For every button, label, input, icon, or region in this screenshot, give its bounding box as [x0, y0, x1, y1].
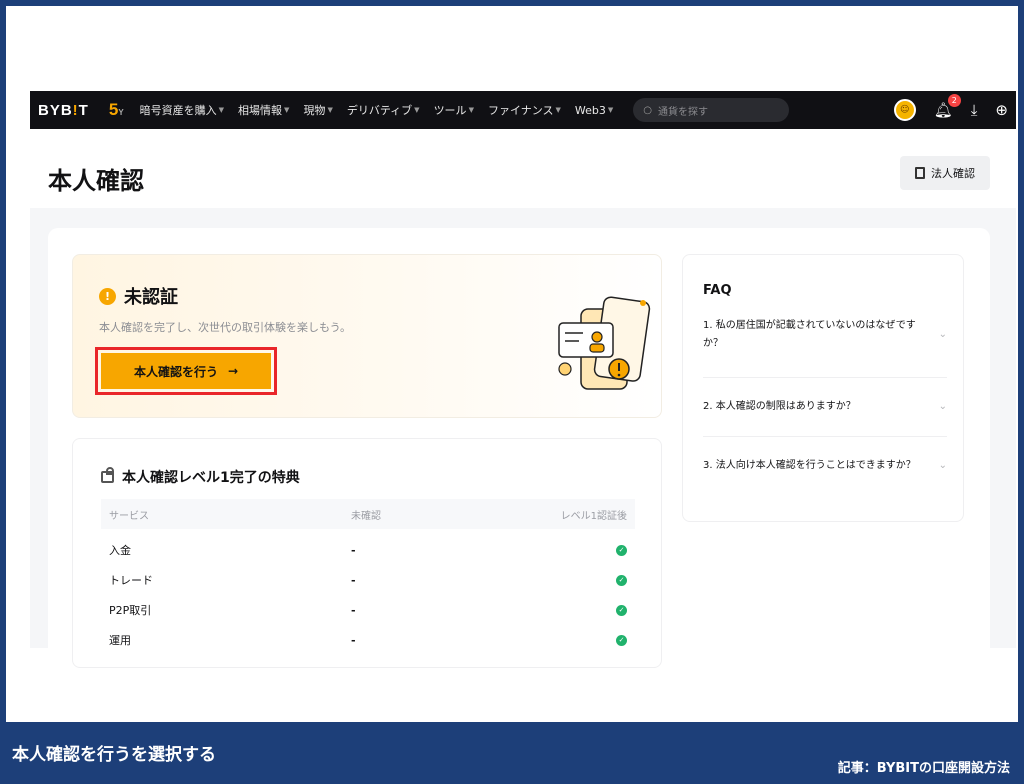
nav-label: ツール	[433, 104, 467, 117]
nav-label: 暗号資産を購入	[139, 104, 217, 117]
row-unverified: -	[351, 603, 356, 617]
caret-down-icon: ▼	[284, 106, 290, 114]
nav-label: Web3	[574, 103, 606, 117]
status-subtitle: 本人確認を完了し、次世代の取引体験を楽しもう。	[99, 321, 352, 334]
logo-text: BYB	[38, 101, 73, 119]
benefits-heading: 本人確認レベル1完了の特典	[101, 467, 300, 487]
faq-item[interactable]: 3. 法人向け本人確認を行うことはできますか？ ⌄	[703, 457, 947, 475]
nav-label: 現物	[303, 104, 326, 117]
gift-icon	[101, 467, 114, 483]
anniversary-number: 5	[108, 100, 119, 119]
chevron-down-icon: ⌄	[938, 401, 947, 412]
nav-finance[interactable]: ファイナンス ▼	[488, 102, 561, 118]
nav-derivatives[interactable]: デリバティブ ▼	[347, 102, 420, 118]
caret-down-icon: ▼	[468, 106, 474, 114]
column-unverified: 未確認	[351, 510, 381, 522]
row-unverified: -	[351, 573, 356, 587]
article-credit: 記事：BYBITの口座開設方法	[837, 761, 1010, 776]
screenshot-frame: BYB!T 5Y 暗号資産を購入 ▼ 相場情報 ▼ 現物 ▼ デリバティブ ▼ ツール ▼…	[6, 6, 1018, 722]
anniversary-sub: Y	[118, 108, 124, 117]
row-service: P2P取引	[109, 604, 152, 617]
start-verification-button[interactable]: 本人確認を行う →	[101, 353, 271, 389]
bell-icon[interactable]: 🔔︎ 2	[934, 94, 961, 119]
nav-markets[interactable]: 相場情報 ▼	[238, 102, 289, 118]
caret-down-icon: ▼	[555, 106, 561, 114]
table-row: 入金 - ✓	[101, 535, 635, 565]
search-input[interactable]: ○ 通貨を探す	[633, 98, 790, 122]
search-placeholder: 通貨を探す	[658, 106, 709, 118]
column-service: サービス	[109, 510, 149, 522]
column-level1: レベル1認証後	[560, 510, 627, 522]
level1-benefits-card: 本人確認レベル1完了の特典 サービス 未確認 レベル1認証後 入金 - ✓ トレ…	[72, 438, 662, 668]
benefits-title: 本人確認レベル1完了の特典	[122, 470, 300, 486]
faq-question: 1. 私の居住国が記載されていないのはなぜですか？	[703, 320, 916, 349]
faq-question: 2. 本人確認の制限はありますか？	[703, 401, 856, 412]
row-level1: ✓	[451, 634, 627, 646]
caret-down-icon: ▼	[218, 106, 225, 114]
logo-text-end: T	[78, 101, 89, 119]
status-heading: ! 未認証	[99, 283, 178, 309]
nav-label: デリバティブ	[346, 104, 413, 117]
download-icon[interactable]: ⤓	[971, 101, 978, 119]
row-service: 入金	[109, 544, 131, 557]
faq-card: FAQ 1. 私の居住国が記載されていないのはなぜですか？ ⌄ 2. 本人確認の…	[682, 254, 964, 522]
divider	[703, 436, 947, 437]
row-level1: ✓	[451, 604, 627, 616]
check-icon: ✓	[616, 574, 627, 586]
highlight-box: 本人確認を行う →	[95, 347, 277, 395]
nav-web3[interactable]: Web3 ▼	[575, 104, 613, 117]
corporate-button-label: 法人確認	[931, 167, 975, 180]
avatar[interactable]: ☺	[893, 99, 916, 121]
anniversary-icon[interactable]: 5Y	[109, 100, 124, 120]
nav-spot[interactable]: 現物 ▼	[303, 102, 332, 118]
caret-down-icon: ▼	[607, 106, 614, 114]
check-icon: ✓	[616, 544, 627, 556]
caption-text: 本人確認を行うを選択する	[12, 745, 216, 765]
search-icon: ○	[643, 104, 653, 116]
building-icon	[915, 167, 925, 179]
row-level1: ✓	[451, 574, 627, 586]
chevron-down-icon: ⌄	[938, 329, 947, 340]
faq-title: FAQ	[703, 283, 732, 298]
table-row: トレード - ✓	[101, 565, 635, 595]
arrow-right-icon: →	[227, 364, 239, 378]
check-icon: ✓	[616, 604, 627, 616]
page-title: 本人確認	[48, 167, 144, 195]
warning-icon: !	[99, 287, 116, 305]
status-title: 未認証	[124, 287, 178, 308]
table-row: P2P取引 - ✓	[101, 595, 635, 625]
faq-item[interactable]: 1. 私の居住国が記載されていないのはなぜですか？ ⌄	[703, 317, 947, 353]
id-card-illustration-icon	[558, 296, 651, 390]
divider	[703, 377, 947, 378]
nav-buy-crypto[interactable]: 暗号資産を購入 ▼	[140, 102, 224, 118]
verify-button-label: 本人確認を行う	[133, 364, 218, 379]
nav-label: 相場情報	[238, 104, 283, 117]
row-service: トレード	[109, 574, 153, 587]
faq-item[interactable]: 2. 本人確認の制限はありますか？ ⌄	[703, 398, 947, 416]
benefits-table-header: サービス 未確認 レベル1認証後	[101, 499, 635, 529]
caret-down-icon: ▼	[414, 106, 420, 114]
check-icon: ✓	[616, 634, 627, 646]
row-unverified: -	[351, 633, 356, 647]
faq-question: 3. 法人向け本人確認を行うことはできますか？	[703, 460, 916, 471]
row-unverified: -	[351, 543, 356, 557]
caret-down-icon: ▼	[327, 106, 333, 114]
top-navbar: BYB!T 5Y 暗号資産を購入 ▼ 相場情報 ▼ 現物 ▼ デリバティブ ▼ ツール ▼…	[30, 91, 1016, 129]
nav-label: ファイナンス	[487, 104, 554, 117]
globe-icon[interactable]: ⊕	[995, 101, 1008, 119]
nav-right-group: ☺ 🔔︎ 2 ⤓ ⊕	[893, 94, 1008, 121]
table-row: 運用 - ✓	[101, 625, 635, 655]
row-service: 運用	[109, 634, 131, 647]
corporate-verification-button[interactable]: 法人確認	[900, 156, 990, 190]
notification-badge: 2	[947, 94, 961, 107]
bybit-logo[interactable]: BYB!T	[38, 102, 89, 119]
chevron-down-icon: ⌄	[938, 460, 947, 471]
nav-tools[interactable]: ツール ▼	[434, 102, 474, 118]
verification-status-card: ! 未認証 本人確認を完了し、次世代の取引体験を楽しもう。 本人確認を行う →	[72, 254, 662, 418]
row-level1: ✓	[451, 544, 627, 556]
